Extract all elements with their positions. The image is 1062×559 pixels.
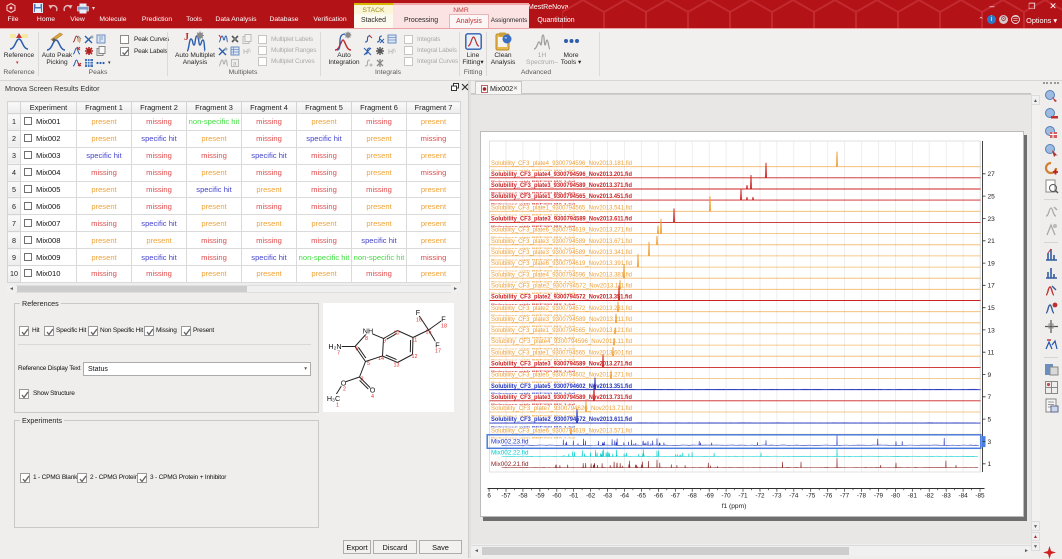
svg-text:1: 1: [336, 403, 339, 409]
svg-text:Solubility_CF3_plate2_93007945: Solubility_CF3_plate2_9300794572_Nov2013…: [491, 294, 632, 301]
svg-text:9: 9: [988, 372, 992, 379]
svg-text:-71: -71: [738, 493, 748, 500]
svg-text:Solubility_CF3_plate4_93007945: Solubility_CF3_plate4_9300794596_Nov2013…: [491, 338, 632, 345]
svg-text:F: F: [416, 308, 421, 317]
svg-text:7: 7: [988, 394, 992, 401]
svg-text:Solubility_CF3_plate6_93007946: Solubility_CF3_plate6_9300794619_Nov2013…: [491, 260, 632, 267]
svg-text:Solubility_CF3_plate1_93007945: Solubility_CF3_plate1_9300794565_Nov2013…: [491, 327, 632, 334]
svg-text:Solubility_CF3_plate1_93007945: Solubility_CF3_plate1_9300794565_Nov2013…: [491, 193, 632, 200]
svg-text:-61: -61: [569, 493, 579, 500]
svg-text:Mix002.22.fid: Mix002.22.fid: [491, 450, 529, 457]
svg-text:18: 18: [441, 324, 447, 330]
svg-text:-59: -59: [535, 493, 545, 500]
svg-text:-67: -67: [671, 493, 681, 500]
svg-text:17: 17: [988, 283, 996, 290]
svg-text:Solubility_CF3_plate4_93007945: Solubility_CF3_plate4_9300794596_Nov2013…: [491, 160, 632, 167]
svg-text:-62: -62: [586, 493, 596, 500]
svg-text:-80: -80: [891, 493, 901, 500]
svg-text:3: 3: [988, 439, 992, 446]
svg-text:-85: -85: [975, 493, 985, 500]
svg-text:27: 27: [988, 171, 996, 178]
svg-text:5: 5: [988, 417, 992, 424]
svg-text:Solubility_CF3_plate3_93007945: Solubility_CF3_plate3_9300794589_Nov2013…: [491, 249, 632, 256]
svg-text:Solubility_CF3_plate3_93007945: Solubility_CF3_plate3_9300794589_Nov2013…: [491, 394, 632, 401]
svg-text:7: 7: [337, 351, 340, 357]
svg-text:-81: -81: [908, 493, 918, 500]
svg-text:21: 21: [988, 238, 996, 245]
svg-text:13: 13: [988, 327, 996, 334]
svg-text:-68: -68: [688, 493, 698, 500]
svg-text:1: 1: [988, 461, 992, 468]
svg-text:Solubility_CF3_plate2_93007945: Solubility_CF3_plate2_9300794572_Nov2013…: [491, 282, 632, 289]
svg-text:5: 5: [367, 361, 370, 367]
svg-text:4: 4: [371, 394, 374, 400]
svg-text:-75: -75: [806, 493, 816, 500]
svg-text:-58: -58: [518, 493, 528, 500]
svg-text:-69: -69: [705, 493, 715, 500]
svg-text:6: 6: [487, 493, 491, 500]
svg-text:-65: -65: [637, 493, 647, 500]
svg-text:11: 11: [412, 338, 418, 344]
svg-text:25: 25: [988, 194, 996, 201]
svg-text:3: 3: [361, 377, 364, 383]
svg-text:16: 16: [416, 318, 422, 324]
svg-text:6: 6: [356, 347, 359, 353]
svg-text:-64: -64: [620, 493, 630, 500]
svg-text:-63: -63: [603, 493, 613, 500]
svg-text:Solubility_CF3_plate4_93007945: Solubility_CF3_plate4_9300794596_Nov2013…: [491, 271, 632, 278]
svg-text:-66: -66: [654, 493, 664, 500]
svg-text:15: 15: [988, 305, 996, 312]
svg-text:17: 17: [435, 349, 441, 355]
svg-text:Solubility_CF3_plate2_93007945: Solubility_CF3_plate2_9300794572_Nov2013…: [491, 416, 632, 423]
svg-text:f1 (ppm): f1 (ppm): [722, 503, 747, 510]
svg-text:-82: -82: [925, 493, 935, 500]
svg-text:-83: -83: [942, 493, 952, 500]
svg-text:-57: -57: [501, 493, 511, 500]
svg-text:19: 19: [988, 260, 996, 267]
svg-text:-77: -77: [840, 493, 850, 500]
svg-text:Mix002.21.fid: Mix002.21.fid: [491, 461, 529, 468]
svg-text:Hʱ: Hʱ: [243, 49, 251, 56]
svg-text:J: J: [184, 32, 189, 43]
svg-text:12: 12: [412, 354, 418, 360]
svg-text:Solubility_CF3_plate1_93007945: Solubility_CF3_plate1_9300794565_Nov2013…: [491, 204, 632, 211]
svg-text:Hʱ: Hʱ: [388, 49, 396, 56]
svg-text:Mix002.23.fid: Mix002.23.fid: [491, 439, 529, 446]
svg-text:Solubility_CF3_plate3_93007945: Solubility_CF3_plate3_9300794589_Nov2013…: [491, 361, 632, 368]
svg-text:10: 10: [394, 331, 400, 337]
svg-text:-79: -79: [874, 493, 884, 500]
svg-text:-76: -76: [823, 493, 833, 500]
svg-text:-72: -72: [755, 493, 765, 500]
svg-text:-78: -78: [857, 493, 867, 500]
svg-text:8: 8: [365, 336, 368, 342]
svg-text:NH: NH: [363, 326, 373, 335]
svg-text:-73: -73: [772, 493, 782, 500]
svg-text:-74: -74: [789, 493, 799, 500]
svg-text:11: 11: [988, 350, 995, 357]
svg-text:Solubility_CF3_plate3_93007945: Solubility_CF3_plate3_9300794589_Nov2013…: [491, 238, 632, 245]
svg-text:-60: -60: [552, 493, 562, 500]
svg-text:Solubility_CF3_plate5_93007946: Solubility_CF3_plate5_9300794602_Nov2013…: [491, 383, 632, 390]
svg-text:14: 14: [378, 356, 384, 362]
svg-text:13: 13: [394, 363, 400, 369]
svg-text:Solubility_CF3_plate5_93007946: Solubility_CF3_plate5_9300794602_Nov2013…: [491, 372, 632, 379]
svg-text:Solubility_CF3_plate4_93007945: Solubility_CF3_plate4_9300794596_Nov2013…: [491, 171, 632, 178]
svg-text:Solubility_CF3_plate1_93007945: Solubility_CF3_plate1_9300794565_Nov2013…: [491, 349, 632, 356]
svg-text:-70: -70: [721, 493, 731, 500]
svg-text:Solubility_CF3_plate3_93007945: Solubility_CF3_plate3_9300794589_Nov2013…: [491, 316, 632, 323]
svg-text:Solubility_CF3_plate3_93007945: Solubility_CF3_plate3_9300794589_Nov2013…: [491, 216, 632, 223]
svg-text:9: 9: [383, 339, 386, 345]
svg-text:F: F: [441, 314, 446, 323]
svg-text:Solubility_CF3_plate7_93007946: Solubility_CF3_plate7_9300794626_Nov2013…: [491, 405, 632, 412]
svg-text:Solubility_CF3_plate6_93007946: Solubility_CF3_plate6_9300794619_Nov2013…: [491, 227, 632, 234]
svg-text:Solubility_CF3_plate6_93007946: Solubility_CF3_plate6_9300794619_Nov2013…: [491, 427, 632, 434]
svg-text:15: 15: [426, 330, 432, 336]
svg-text:23: 23: [988, 216, 996, 223]
svg-text:Solubility_CF3_plate3_93007945: Solubility_CF3_plate3_9300794589_Nov2013…: [491, 182, 632, 189]
svg-text:2: 2: [343, 387, 346, 393]
svg-text:-84: -84: [958, 493, 968, 500]
svg-text:Solubility_CF3_plate2_93007945: Solubility_CF3_plate2_9300794572_Nov2013…: [491, 305, 632, 312]
